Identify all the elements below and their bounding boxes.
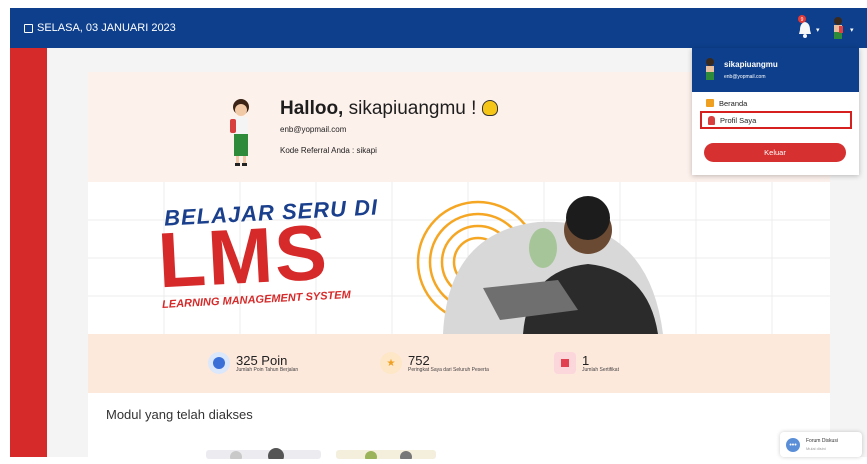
date-text: SELASA, 03 JANUARI 2023: [37, 22, 176, 34]
user-icon: [708, 115, 715, 125]
rank-icon: ★: [380, 352, 402, 374]
module-thumbnails[interactable]: [206, 446, 436, 464]
greeting-username: sikapiuangmu !: [348, 98, 477, 119]
student-avatar-illustration: [230, 99, 249, 166]
notification-caret-icon[interactable]: ▾: [816, 26, 820, 34]
stat-rank-value: 752: [408, 352, 430, 368]
calendar-icon: [24, 23, 33, 33]
stat-points: 325 Poin Jumlah Poin Tahun Berjalan: [208, 352, 298, 374]
dropdown-header: sikapiuangmu enb@yopmail.com: [692, 48, 859, 92]
stat-points-value: 325 Poin: [236, 352, 288, 368]
stat-rank: ★ 752 Peringkat Saya dari Seluruh Pesert…: [380, 352, 489, 374]
module-thumbnail-images: [206, 448, 436, 464]
user-dropdown-menu: sikapiuangmu enb@yopmail.com Beranda Pro…: [692, 48, 859, 175]
top-header-bar: SELASA, 03 JANUARI 2023 9 ▾ ▾: [10, 8, 867, 48]
stat-rank-label: Peringkat Saya dari Seluruh Peserta: [408, 366, 489, 373]
dropdown-item-label: Beranda: [719, 98, 748, 108]
modules-section-title: Modul yang telah diakses: [106, 407, 253, 422]
dropdown-item-profil-saya[interactable]: Profil Saya: [700, 111, 852, 129]
stat-certificates-value: 1: [582, 352, 590, 368]
certificate-icon: [554, 352, 576, 374]
forum-subtitle: Mulai disini: [806, 446, 826, 451]
forum-title: Forum Diskusi: [806, 438, 838, 444]
stats-bar: 325 Poin Jumlah Poin Tahun Berjalan ★ 75…: [88, 334, 830, 393]
dropdown-item-label: Profil Saya: [720, 115, 757, 125]
waving-hand-icon: [481, 100, 498, 116]
user-menu-caret-icon[interactable]: ▾: [850, 26, 854, 34]
stat-certificates: 1 Jumlah Sertifikat: [554, 352, 619, 374]
greeting-heading: Halloo, sikapiuangmu !: [280, 98, 498, 120]
banner-line2: LMS: [155, 207, 331, 305]
points-icon: [208, 352, 230, 374]
dropdown-username: sikapiuangmu: [724, 60, 778, 69]
stat-points-label: Jumlah Poin Tahun Berjalan: [236, 366, 299, 373]
logout-button[interactable]: Keluar: [704, 143, 846, 162]
lms-banner: BELAJAR SERU DI LMS LEARNING MANAGEMENT …: [88, 182, 830, 334]
dropdown-avatar-icon: [706, 58, 714, 80]
notification-bell-icon[interactable]: 9: [796, 14, 814, 40]
greeting-bold: Halloo,: [280, 98, 344, 119]
date-display: SELASA, 03 JANUARI 2023: [24, 22, 176, 34]
user-avatar-icon[interactable]: [830, 16, 846, 42]
profile-email: enb@yopmail.com: [280, 125, 347, 134]
chat-icon: •••: [786, 438, 800, 452]
dropdown-email: enb@yopmail.com: [724, 74, 766, 80]
left-sidebar: [10, 48, 47, 457]
referral-code: Kode Referral Anda : sikapi: [280, 146, 377, 155]
forum-discussion-button[interactable]: ••• Forum Diskusi Mulai disini: [780, 432, 862, 457]
notification-badge: 9: [801, 17, 804, 23]
home-icon: [706, 99, 714, 107]
dropdown-item-beranda[interactable]: Beranda: [700, 94, 852, 112]
stat-certificates-label: Jumlah Sertifikat: [582, 366, 619, 373]
